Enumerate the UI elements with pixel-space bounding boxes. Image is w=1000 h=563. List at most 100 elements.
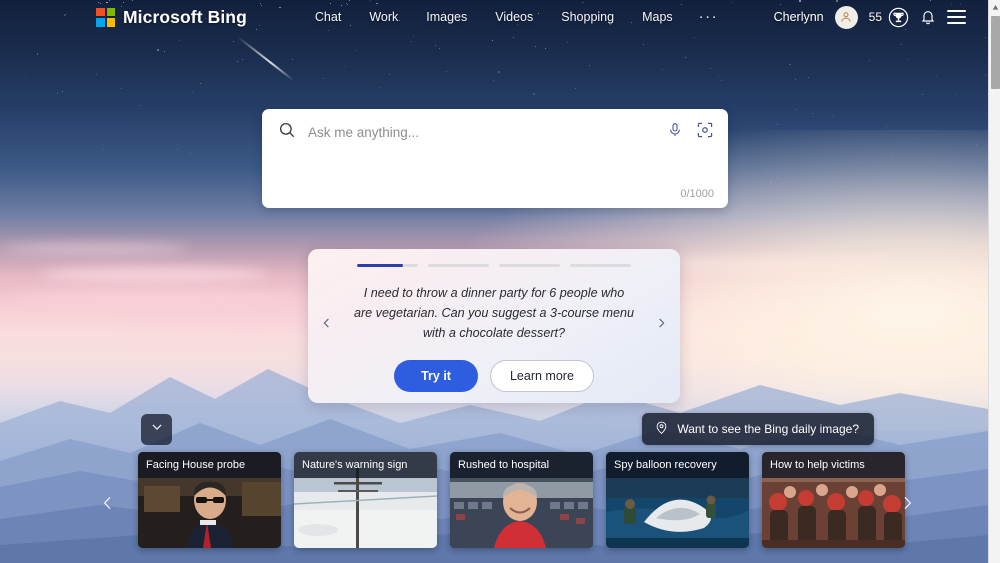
microphone-icon[interactable] bbox=[667, 121, 683, 144]
progress-bar-4[interactable] bbox=[570, 264, 631, 267]
trophy-icon[interactable] bbox=[888, 7, 909, 28]
suggestion-card: I need to throw a dinner party for 6 peo… bbox=[308, 249, 680, 403]
nav-item-maps[interactable]: Maps bbox=[628, 6, 687, 28]
star bbox=[36, 153, 38, 155]
carousel-progress bbox=[357, 264, 631, 267]
learn-more-button[interactable]: Learn more bbox=[489, 359, 594, 392]
star bbox=[61, 90, 63, 92]
star bbox=[844, 186, 846, 188]
star bbox=[662, 68, 664, 70]
star bbox=[492, 39, 494, 41]
brand-logo[interactable]: Microsoft Bing bbox=[96, 7, 247, 28]
star bbox=[121, 87, 123, 89]
star bbox=[808, 77, 809, 79]
daily-image-prompt[interactable]: Want to see the Bing daily image? bbox=[642, 413, 874, 445]
star bbox=[25, 76, 27, 78]
star bbox=[865, 197, 867, 199]
hamburger-menu-icon[interactable] bbox=[947, 10, 966, 24]
page-scrollbar[interactable] bbox=[988, 0, 1000, 563]
star bbox=[589, 64, 591, 66]
news-card[interactable]: How to help victims bbox=[762, 452, 905, 548]
nav-item-shopping[interactable]: Shopping bbox=[547, 6, 628, 28]
star bbox=[380, 87, 382, 89]
star bbox=[323, 78, 325, 80]
nav-item-images[interactable]: Images bbox=[412, 6, 481, 28]
nav-overflow-icon[interactable]: ··· bbox=[687, 9, 731, 24]
star bbox=[498, 70, 500, 73]
star bbox=[788, 63, 791, 66]
star bbox=[439, 47, 441, 49]
star bbox=[718, 74, 720, 76]
star bbox=[241, 58, 243, 60]
brand-name: Microsoft Bing bbox=[123, 6, 247, 27]
daily-image-label: Want to see the Bing daily image? bbox=[677, 422, 859, 436]
star bbox=[922, 94, 924, 96]
star bbox=[102, 149, 104, 151]
star bbox=[693, 37, 695, 39]
expand-feed-button[interactable] bbox=[141, 414, 172, 445]
news-prev-icon[interactable] bbox=[92, 486, 122, 520]
star bbox=[575, 88, 577, 90]
star bbox=[984, 37, 986, 39]
search-input[interactable]: Ask me anything... bbox=[308, 125, 667, 140]
suggestion-text: I need to throw a dinner party for 6 peo… bbox=[353, 286, 635, 340]
star bbox=[720, 80, 722, 82]
character-counter: 0/1000 bbox=[680, 188, 714, 200]
star bbox=[164, 50, 166, 52]
star bbox=[512, 36, 514, 38]
star bbox=[237, 60, 239, 62]
star bbox=[811, 112, 813, 114]
visual-search-camera-icon[interactable] bbox=[696, 121, 714, 144]
scroll-up-arrow-icon[interactable] bbox=[989, 0, 1000, 14]
account-username[interactable]: Cherlynn bbox=[774, 10, 824, 24]
star bbox=[907, 58, 909, 60]
star bbox=[985, 74, 987, 76]
bell-icon[interactable] bbox=[920, 9, 936, 25]
suggestion-next-icon[interactable] bbox=[655, 313, 668, 339]
rewards-area[interactable]: 55 bbox=[869, 7, 909, 28]
progress-bar-2[interactable] bbox=[428, 264, 489, 267]
star bbox=[917, 139, 919, 141]
cloud bbox=[0, 244, 190, 253]
news-card[interactable]: Rushed to hospital bbox=[450, 452, 593, 548]
star bbox=[434, 44, 437, 47]
nav-item-videos[interactable]: Videos bbox=[481, 6, 547, 28]
person-avatar-icon[interactable] bbox=[834, 5, 858, 29]
star bbox=[935, 75, 938, 78]
news-card[interactable]: Facing House probe bbox=[138, 452, 281, 548]
news-next-icon[interactable] bbox=[892, 486, 922, 520]
try-it-button[interactable]: Try it bbox=[394, 359, 478, 392]
suggestion-prev-icon[interactable] bbox=[320, 313, 333, 339]
news-card[interactable]: Spy balloon recovery bbox=[606, 452, 749, 548]
star bbox=[157, 49, 159, 51]
star bbox=[929, 160, 931, 163]
star bbox=[179, 39, 181, 41]
search-box[interactable]: Ask me anything... 0/1000 bbox=[262, 109, 728, 208]
star bbox=[955, 93, 957, 95]
star bbox=[777, 177, 779, 179]
news-card-title: How to help victims bbox=[762, 452, 905, 478]
chevron-down-icon bbox=[150, 420, 164, 439]
nav-item-work[interactable]: Work bbox=[355, 6, 412, 28]
nav-item-chat[interactable]: Chat bbox=[301, 6, 355, 28]
star bbox=[355, 49, 357, 51]
star bbox=[794, 108, 796, 110]
star bbox=[200, 83, 202, 85]
progress-bar-1[interactable] bbox=[357, 264, 418, 267]
star bbox=[670, 93, 672, 95]
star bbox=[176, 148, 178, 150]
nav-links: Chat Work Images Videos Shopping Maps ··… bbox=[301, 6, 730, 28]
top-navigation-bar: Microsoft Bing Chat Work Images Videos S… bbox=[0, 0, 988, 34]
star bbox=[445, 71, 447, 73]
news-card-title: Rushed to hospital bbox=[450, 452, 593, 478]
location-pin-icon bbox=[654, 420, 669, 438]
news-card[interactable]: Nature's warning sign bbox=[294, 452, 437, 548]
progress-bar-3[interactable] bbox=[499, 264, 560, 267]
star bbox=[885, 126, 887, 128]
scrollbar-thumb[interactable] bbox=[990, 16, 1000, 89]
suggestion-actions: Try it Learn more bbox=[394, 359, 594, 392]
microsoft-logo-icon bbox=[96, 7, 115, 27]
star bbox=[138, 104, 140, 106]
star bbox=[518, 83, 520, 85]
star bbox=[191, 90, 193, 92]
